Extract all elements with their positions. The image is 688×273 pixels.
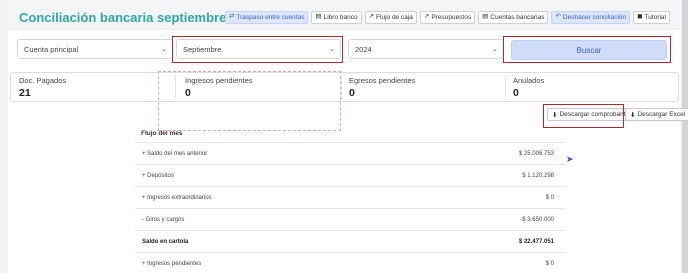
cash-flow-label: Flujo de caja — [376, 14, 413, 21]
stat-paid-docs: Doc. Pagados 21 — [19, 76, 66, 99]
scrollbar-thumb[interactable] — [682, 0, 688, 273]
highlight-box-month — [172, 36, 343, 63]
highlight-box-search — [503, 36, 671, 63]
account-select[interactable]: Cuenta principal ⌄ — [17, 39, 173, 59]
swap-icon: ⇄ — [228, 13, 235, 21]
download-excel-label: Descargar Excel — [637, 111, 686, 118]
chart-line-icon: ↗ — [423, 13, 430, 21]
tutorial-label: Tutorial — [644, 14, 666, 21]
stat-value: 21 — [19, 87, 31, 99]
page-header: Conciliación bancaria septiembre - 2024 … — [8, 4, 680, 30]
download-excel-button[interactable]: ⬇ Descargar Excel — [625, 108, 688, 121]
year-select-value: 2024 — [355, 44, 372, 54]
monthly-flow-table: Flujo del mes + Saldo del mes anterior $ … — [135, 124, 566, 273]
flow-row: + Depósitos $ 1.120.298 — [135, 164, 566, 186]
flow-row-value: -$ 3.650.000 — [520, 216, 554, 223]
stat-cancelled: Anulados 0 — [513, 76, 544, 99]
stat-label: Doc. Pagados — [19, 76, 67, 85]
flow-row-label: - Giros y cargos — [142, 216, 185, 223]
flow-row-label: + Depósitos — [142, 172, 174, 179]
undo-label: Deshacer conciliación — [562, 14, 627, 21]
flow-row-label: + Ingresos extraordinarios — [142, 194, 212, 201]
highlight-box-pending-income — [158, 71, 341, 131]
flow-row-label: + Ingresos pendientes — [142, 260, 202, 267]
bank-icon: ▤ — [482, 13, 489, 21]
flow-row-value: $ 0 — [545, 194, 554, 201]
page-scrollbar[interactable] — [682, 0, 688, 273]
stat-label: Anulados — [513, 76, 545, 85]
flow-row-label: + Saldo del mes anterior — [142, 150, 208, 157]
year-select[interactable]: 2024 ⌄ — [348, 39, 504, 59]
undo-icon: ↶ — [555, 13, 561, 21]
divider — [505, 75, 506, 99]
chevron-down-icon: ⌄ — [161, 46, 167, 53]
cash-flow-button[interactable]: ↗ Flujo de caja — [364, 11, 417, 24]
undo-reconciliation-button[interactable]: ↶ Deshacer conciliación — [551, 11, 631, 24]
bank-book-label: Libro banco — [323, 14, 358, 21]
stat-value: 0 — [349, 87, 355, 99]
chart-line-icon: ↗ — [368, 13, 375, 21]
download-icon: ⬇ — [630, 111, 636, 119]
flow-row-value: $ 1.120.298 — [522, 172, 554, 179]
stat-value: 0 — [513, 87, 519, 99]
flow-row-value: $ 25.006.753 — [518, 150, 554, 157]
stat-pending-expenses: Egresos pendientes 0 — [349, 76, 415, 99]
stat-label: Egresos pendientes — [349, 76, 416, 85]
bank-accounts-label: Cuentas bancarias — [490, 14, 545, 21]
chevron-down-icon: ⌄ — [492, 46, 498, 53]
summary-stats: Doc. Pagados 21 Ingresos pendientes 0 Egre… — [10, 72, 679, 102]
mouse-cursor-icon: ➤ — [566, 154, 574, 164]
flow-row: + Ingresos extraordinarios $ 0 — [135, 186, 566, 208]
flow-row-value: $ 0 — [545, 260, 554, 267]
flow-row-label: Saldo en cartola — [142, 238, 189, 245]
divider — [341, 75, 342, 99]
transfer-label: Traspaso entre cuentas — [236, 14, 305, 21]
flow-title: Flujo del mes — [141, 129, 183, 137]
bank-accounts-button[interactable]: ▤ Cuentas bancarias — [478, 11, 549, 24]
header-toolbar: ⇄ Traspaso entre cuentas ▤ Libro banco ↗ Fl… — [224, 11, 670, 24]
reconciliation-page: Conciliación bancaria septiembre - 2024 … — [8, 4, 688, 273]
flow-row-value: $ 22.477.051 — [518, 238, 554, 245]
book-icon: ▤ — [315, 13, 322, 21]
flow-row: + Saldo del mes anterior $ 25.006.753 — [135, 142, 566, 164]
flow-row: - Giros y cargos -$ 3.650.000 — [135, 208, 566, 230]
account-select-value: Cuenta principal — [24, 44, 79, 54]
flow-row-balance: Saldo en cartola $ 22.477.051 — [135, 230, 566, 252]
transfer-between-accounts-button[interactable]: ⇄ Traspaso entre cuentas — [224, 11, 309, 24]
graduation-cap-icon: ◼ — [637, 13, 643, 21]
budgets-button[interactable]: ↗ Presupuestos — [419, 11, 476, 24]
bank-book-button[interactable]: ▤ Libro banco — [311, 11, 362, 24]
budgets-label: Presupuestos — [431, 14, 472, 21]
flow-row: + Ingresos pendientes $ 0 — [135, 252, 566, 273]
tutorial-button[interactable]: ◼ Tutorial — [633, 11, 670, 24]
